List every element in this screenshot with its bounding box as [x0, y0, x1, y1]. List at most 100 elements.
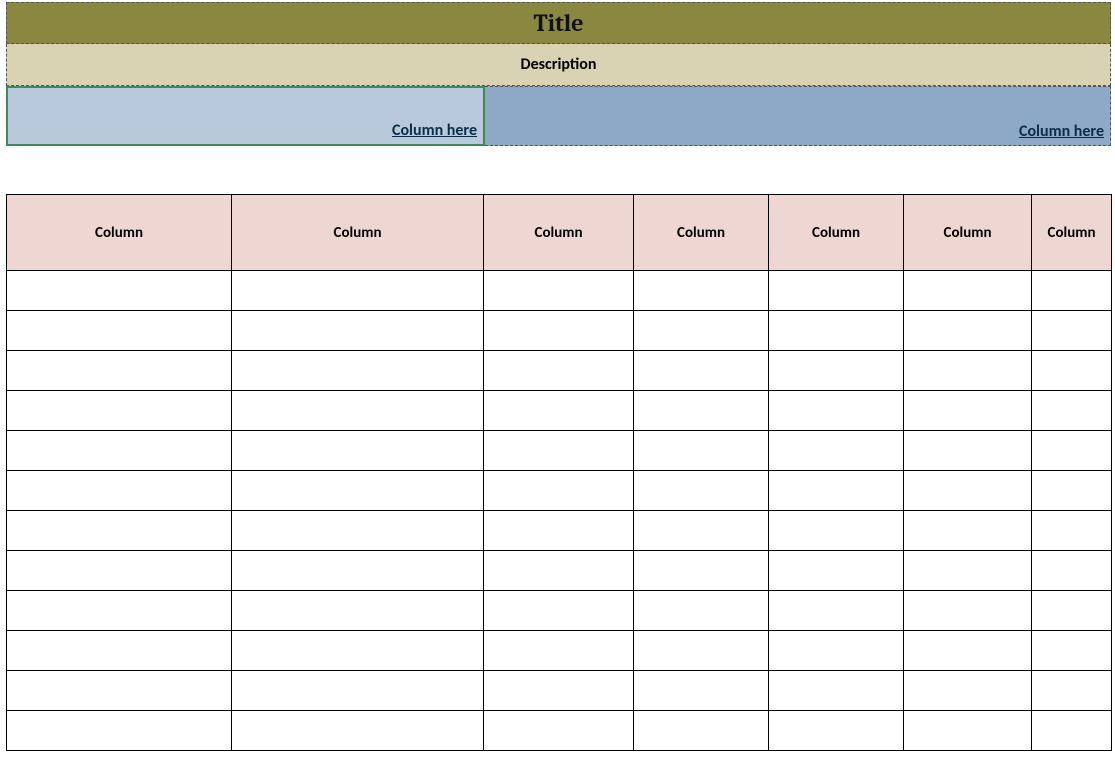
- table-cell[interactable]: [634, 431, 769, 471]
- table-cell[interactable]: [7, 511, 232, 551]
- table-cell[interactable]: [634, 551, 769, 591]
- spacer-row: [6, 146, 1111, 194]
- table-cell[interactable]: [232, 311, 484, 351]
- table-cell[interactable]: [904, 671, 1032, 711]
- table-cell[interactable]: [232, 391, 484, 431]
- table-cell[interactable]: [1032, 671, 1112, 711]
- table-cell[interactable]: [232, 711, 484, 751]
- table-cell[interactable]: [484, 591, 634, 631]
- table-cell[interactable]: [634, 471, 769, 511]
- table-cell[interactable]: [769, 711, 904, 751]
- table-row: [7, 391, 1112, 431]
- table-cell[interactable]: [7, 551, 232, 591]
- title-cell[interactable]: Title: [6, 2, 1111, 44]
- description-cell[interactable]: Description: [6, 44, 1111, 86]
- table-cell[interactable]: [1032, 551, 1112, 591]
- group-header-left[interactable]: Column here: [6, 86, 485, 146]
- table-cell[interactable]: [769, 551, 904, 591]
- table-cell[interactable]: [7, 711, 232, 751]
- table-cell[interactable]: [7, 351, 232, 391]
- column-header[interactable]: Column: [634, 195, 769, 271]
- table-cell[interactable]: [904, 511, 1032, 551]
- table-cell[interactable]: [634, 511, 769, 551]
- table-cell[interactable]: [634, 671, 769, 711]
- table-cell[interactable]: [232, 591, 484, 631]
- table-cell[interactable]: [232, 551, 484, 591]
- table-cell[interactable]: [769, 631, 904, 671]
- column-header[interactable]: Column: [904, 195, 1032, 271]
- table-cell[interactable]: [232, 631, 484, 671]
- table-cell[interactable]: [904, 271, 1032, 311]
- description-text: Description: [521, 55, 597, 74]
- table-cell[interactable]: [7, 591, 232, 631]
- table-cell[interactable]: [904, 631, 1032, 671]
- table-cell[interactable]: [1032, 631, 1112, 671]
- table-cell[interactable]: [7, 671, 232, 711]
- table-cell[interactable]: [7, 271, 232, 311]
- table-cell[interactable]: [1032, 311, 1112, 351]
- column-header[interactable]: Column: [769, 195, 904, 271]
- table-cell[interactable]: [484, 631, 634, 671]
- table-cell[interactable]: [484, 471, 634, 511]
- table-cell[interactable]: [484, 311, 634, 351]
- table-cell[interactable]: [904, 311, 1032, 351]
- column-header[interactable]: Column: [7, 195, 232, 271]
- table-cell[interactable]: [484, 511, 634, 551]
- table-cell[interactable]: [634, 311, 769, 351]
- table-cell[interactable]: [769, 671, 904, 711]
- table-cell[interactable]: [904, 471, 1032, 511]
- table-cell[interactable]: [232, 271, 484, 311]
- table-cell[interactable]: [7, 391, 232, 431]
- table-cell[interactable]: [904, 391, 1032, 431]
- table-cell[interactable]: [1032, 511, 1112, 551]
- column-header[interactable]: Column: [484, 195, 634, 271]
- table-cell[interactable]: [1032, 591, 1112, 631]
- table-cell[interactable]: [1032, 351, 1112, 391]
- table-cell[interactable]: [904, 351, 1032, 391]
- table-cell[interactable]: [484, 391, 634, 431]
- table-cell[interactable]: [769, 311, 904, 351]
- table-cell[interactable]: [484, 551, 634, 591]
- table-cell[interactable]: [634, 711, 769, 751]
- table-cell[interactable]: [634, 271, 769, 311]
- column-header[interactable]: Column: [232, 195, 484, 271]
- table-cell[interactable]: [1032, 271, 1112, 311]
- table-cell[interactable]: [232, 671, 484, 711]
- table-cell[interactable]: [769, 471, 904, 511]
- table-cell[interactable]: [232, 351, 484, 391]
- table-cell[interactable]: [484, 671, 634, 711]
- table-cell[interactable]: [904, 591, 1032, 631]
- table-cell[interactable]: [769, 271, 904, 311]
- table-cell[interactable]: [634, 351, 769, 391]
- group-header-right[interactable]: Column here: [485, 86, 1111, 146]
- table-row: [7, 431, 1112, 471]
- table-cell[interactable]: [484, 271, 634, 311]
- table-cell[interactable]: [7, 631, 232, 671]
- table-cell[interactable]: [484, 711, 634, 751]
- table-cell[interactable]: [904, 551, 1032, 591]
- table-cell[interactable]: [904, 431, 1032, 471]
- table-cell[interactable]: [7, 311, 232, 351]
- table-cell[interactable]: [769, 431, 904, 471]
- table-cell[interactable]: [7, 471, 232, 511]
- table-cell[interactable]: [232, 471, 484, 511]
- table-cell[interactable]: [1032, 391, 1112, 431]
- table-cell[interactable]: [7, 431, 232, 471]
- table-cell[interactable]: [1032, 711, 1112, 751]
- table-cell[interactable]: [484, 351, 634, 391]
- table-cell[interactable]: [904, 711, 1032, 751]
- table-cell[interactable]: [232, 431, 484, 471]
- table-cell[interactable]: [769, 391, 904, 431]
- title-text: Title: [533, 9, 583, 37]
- table-cell[interactable]: [769, 511, 904, 551]
- column-header[interactable]: Column: [1032, 195, 1112, 271]
- table-cell[interactable]: [769, 351, 904, 391]
- table-cell[interactable]: [634, 391, 769, 431]
- table-cell[interactable]: [634, 631, 769, 671]
- table-cell[interactable]: [1032, 431, 1112, 471]
- table-cell[interactable]: [634, 591, 769, 631]
- table-cell[interactable]: [484, 431, 634, 471]
- table-cell[interactable]: [232, 511, 484, 551]
- table-cell[interactable]: [769, 591, 904, 631]
- table-cell[interactable]: [1032, 471, 1112, 511]
